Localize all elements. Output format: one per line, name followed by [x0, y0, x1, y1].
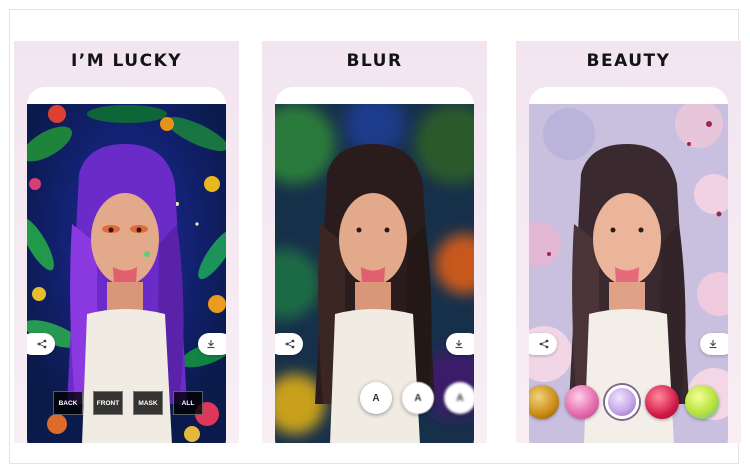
panel-title: BLUR: [346, 51, 403, 71]
panel-title: BEAUTY: [586, 51, 671, 71]
download-button[interactable]: [198, 333, 226, 355]
filter-swatch-gold[interactable]: [529, 385, 559, 419]
share-icon: [285, 339, 295, 349]
mode-mask-button[interactable]: MASK: [133, 391, 163, 415]
mode-back-button[interactable]: BACK: [53, 391, 83, 415]
share-button[interactable]: [27, 333, 55, 355]
share-button[interactable]: [529, 333, 557, 355]
phone-mockup: BACK FRONT MASK ALL: [27, 87, 226, 443]
download-icon: [207, 340, 215, 349]
blur-level-button[interactable]: A: [444, 382, 474, 414]
blur-level-button[interactable]: A: [360, 382, 392, 414]
download-button[interactable]: [446, 333, 474, 355]
share-button[interactable]: [275, 333, 303, 355]
mode-all-button[interactable]: ALL: [173, 391, 203, 415]
screenshot-frame: I’M LUCKY BACK FRONT MASK ALL BLUR A A A…: [9, 9, 741, 464]
camera-preview: A A A: [275, 104, 474, 443]
download-icon: [709, 340, 717, 349]
panel-title: I’M LUCKY: [70, 51, 183, 71]
phone-mockup: A A A: [275, 87, 474, 443]
download-icon: [455, 340, 463, 349]
filter-swatch-pink[interactable]: [565, 385, 599, 419]
filter-swatch-lime[interactable]: [685, 385, 719, 419]
filter-swatch-red[interactable]: [645, 385, 679, 419]
mode-front-button[interactable]: FRONT: [93, 391, 123, 415]
panel-im-lucky: I’M LUCKY BACK FRONT MASK ALL: [14, 41, 239, 443]
lucky-mode-bar: BACK FRONT MASK ALL: [53, 391, 203, 415]
phone-mockup: [529, 87, 728, 443]
share-icon: [539, 339, 549, 349]
panel-blur: BLUR A A A: [262, 41, 487, 443]
share-icon: [37, 339, 47, 349]
beauty-filter-bar: [529, 385, 719, 419]
blur-level-button[interactable]: A: [402, 382, 434, 414]
camera-preview: [529, 104, 728, 443]
panel-beauty: BEAUTY: [516, 41, 741, 443]
blur-level-bar: A A A: [360, 382, 474, 414]
download-button[interactable]: [700, 333, 728, 355]
filter-swatch-lavender[interactable]: [605, 385, 639, 419]
camera-preview: BACK FRONT MASK ALL: [27, 104, 226, 443]
